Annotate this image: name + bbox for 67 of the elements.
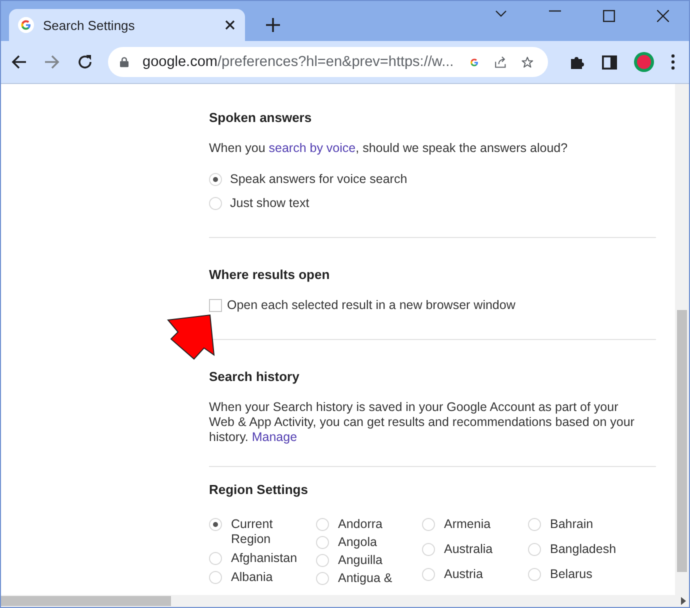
radio-button[interactable] bbox=[316, 536, 329, 549]
manage-link[interactable]: Manage bbox=[252, 430, 298, 444]
region-label: Albania bbox=[231, 570, 274, 585]
region-label: Bangladesh bbox=[550, 542, 618, 557]
region-label: Anguilla bbox=[338, 553, 384, 568]
side-panel-icon[interactable] bbox=[602, 54, 617, 70]
radio-button[interactable] bbox=[422, 568, 435, 581]
scrollbar-thumb[interactable] bbox=[1, 596, 171, 606]
region-label: Bahrain bbox=[550, 517, 594, 532]
horizontal-scrollbar[interactable] bbox=[1, 595, 689, 607]
radio-button[interactable] bbox=[422, 518, 435, 531]
radio-button[interactable] bbox=[528, 568, 541, 581]
radio-button[interactable] bbox=[528, 518, 541, 531]
star-icon[interactable] bbox=[521, 54, 534, 70]
tab-title: Search Settings bbox=[43, 18, 136, 32]
section-heading: Search history bbox=[209, 369, 300, 384]
option-label: Speak answers for voice search bbox=[230, 172, 408, 186]
region-label: Australia bbox=[444, 542, 494, 557]
reload-icon[interactable] bbox=[77, 54, 93, 70]
checkbox-label: Open each selected result in a new browser window bbox=[227, 298, 516, 312]
maximize-icon[interactable] bbox=[603, 10, 615, 22]
avatar-icon[interactable] bbox=[634, 52, 654, 72]
region-label: Armenia bbox=[444, 517, 492, 532]
share-icon[interactable] bbox=[494, 54, 508, 70]
close-icon[interactable] bbox=[225, 20, 235, 30]
region-label: Afghanistan bbox=[231, 551, 298, 566]
minimize-icon[interactable] bbox=[549, 10, 561, 12]
region-label: Andorra bbox=[338, 517, 384, 532]
forward-arrow-icon[interactable] bbox=[44, 54, 60, 70]
browser-tab[interactable]: Search Settings bbox=[9, 9, 245, 41]
chevron-down-icon[interactable] bbox=[495, 10, 507, 18]
radio-button[interactable] bbox=[209, 571, 222, 584]
region-label: Belarus bbox=[550, 567, 594, 582]
radio-button[interactable] bbox=[209, 172, 222, 186]
radio-button[interactable] bbox=[422, 543, 435, 556]
region-label: Austria bbox=[444, 567, 484, 582]
radio-button[interactable] bbox=[316, 554, 329, 567]
back-arrow-icon[interactable] bbox=[11, 54, 27, 70]
region-label: Angola bbox=[338, 535, 378, 550]
description-text: When your Search history is saved in your Google Account as part of your Web & App Activity, you can get results and recommendations based on your history. Manage bbox=[209, 400, 636, 445]
close-icon[interactable] bbox=[657, 10, 669, 22]
radio-button[interactable] bbox=[209, 552, 222, 565]
checkbox[interactable] bbox=[209, 298, 222, 312]
radio-button[interactable] bbox=[316, 572, 329, 585]
pointer-arrow-drawing bbox=[166, 312, 216, 362]
lock-icon bbox=[120, 56, 129, 68]
menu-icon[interactable] bbox=[671, 54, 675, 70]
vertical-scrollbar[interactable] bbox=[675, 84, 689, 595]
radio-button[interactable] bbox=[209, 196, 222, 210]
option-label: Just show text bbox=[230, 196, 310, 210]
radio-button[interactable] bbox=[528, 543, 541, 556]
question-text: When you search by voice, should we speak the answers aloud? bbox=[209, 141, 569, 155]
region-label: Current Region bbox=[231, 517, 274, 547]
new-tab-icon[interactable] bbox=[266, 18, 280, 32]
section-heading: Spoken answers bbox=[209, 110, 313, 125]
scrollbar-thumb[interactable] bbox=[677, 310, 687, 572]
url-text: google.com/preferences?hl=en&prev=https://w... bbox=[142, 54, 454, 70]
radio-button[interactable] bbox=[316, 518, 329, 531]
region-label: Antigua & bbox=[338, 571, 394, 586]
puzzle-piece-icon[interactable] bbox=[569, 54, 585, 70]
address-bar[interactable]: google.com/preferences?hl=en&prev=https://w... bbox=[108, 47, 548, 77]
google-logo-icon bbox=[18, 17, 34, 33]
search-by-voice-link[interactable]: search by voice bbox=[268, 141, 356, 155]
scroll-right-arrow-icon[interactable] bbox=[681, 597, 686, 605]
section-heading: Region Settings bbox=[209, 482, 309, 497]
section-heading: Where results open bbox=[209, 267, 331, 282]
radio-button[interactable] bbox=[209, 518, 222, 531]
